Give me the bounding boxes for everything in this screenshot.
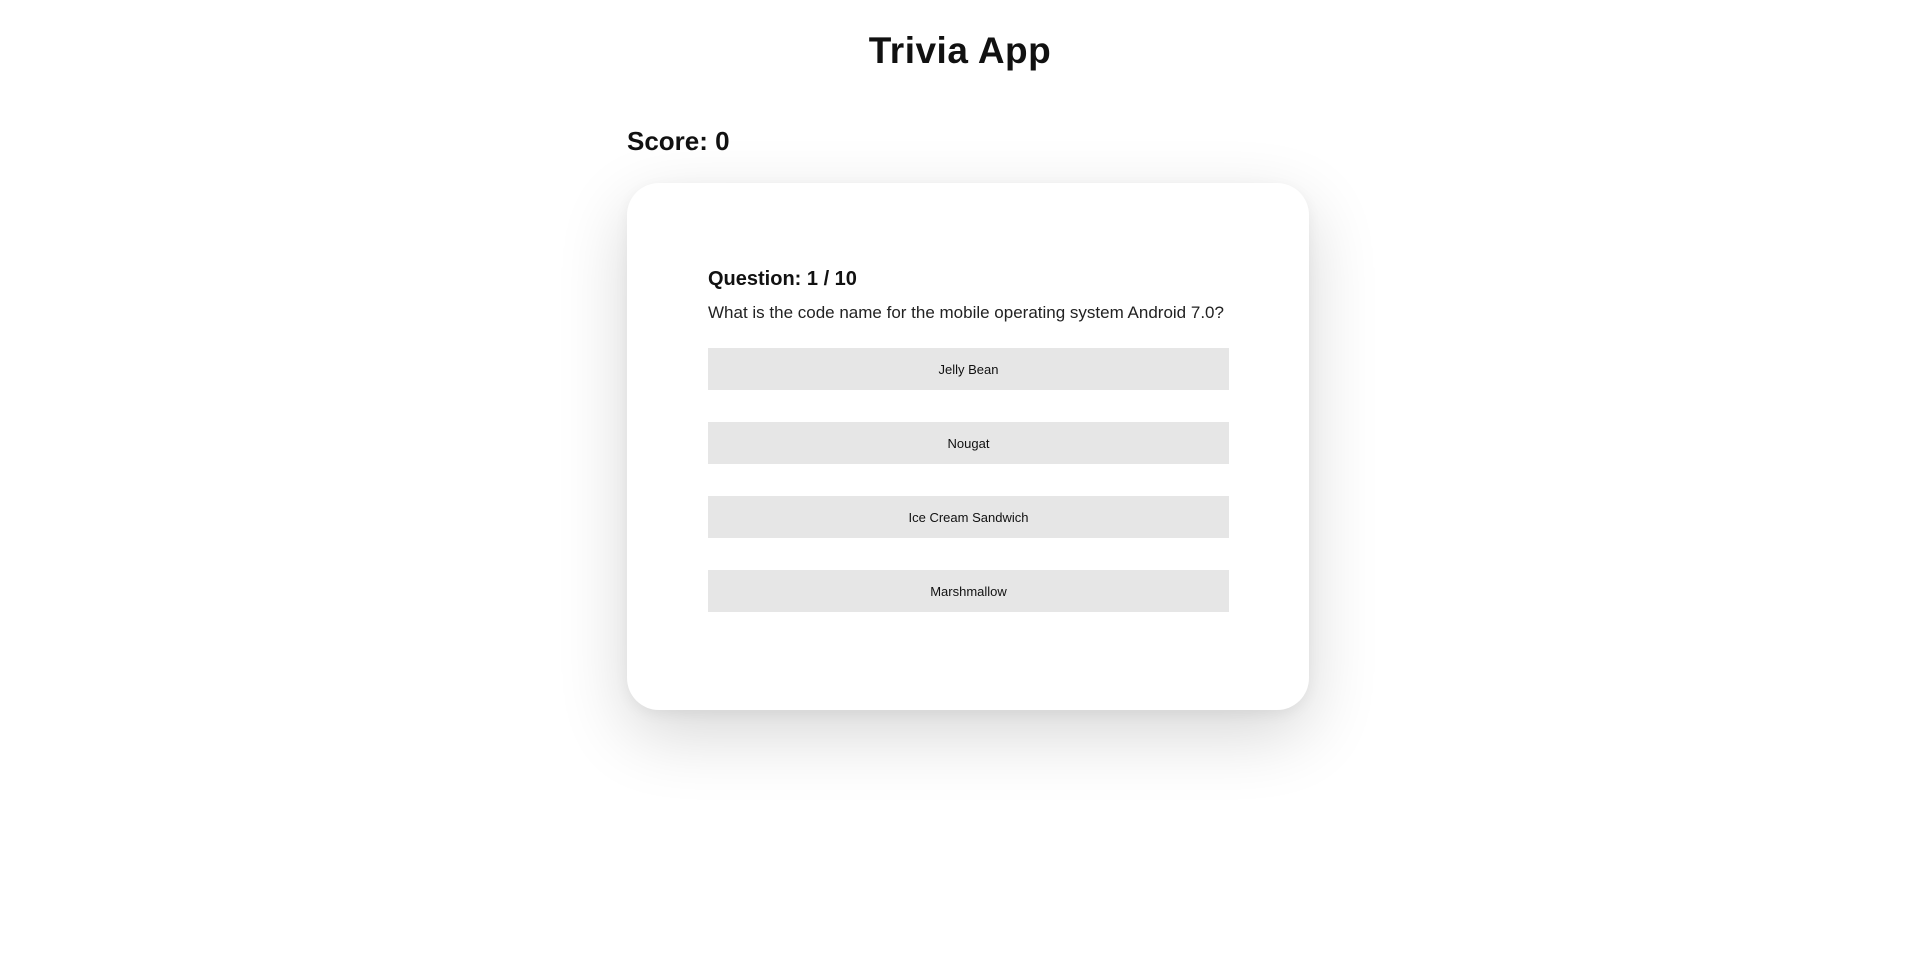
answer-button-marshmallow[interactable]: Marshmallow	[708, 570, 1229, 612]
answer-list: Jelly Bean Nougat Ice Cream Sandwich Mar…	[708, 348, 1229, 644]
answer-button-ice-cream-sandwich[interactable]: Ice Cream Sandwich	[708, 496, 1229, 538]
question-counter: Question: 1 / 10	[708, 268, 857, 290]
question-text: What is the code name for the mobile ope…	[708, 303, 1224, 322]
score-display: Score: 0	[627, 126, 730, 156]
answer-button-jelly-bean[interactable]: Jelly Bean	[708, 348, 1229, 390]
app-title: Trivia App	[868, 30, 1052, 71]
question-card: Question: 1 / 10 What is the code name f…	[627, 183, 1309, 710]
answer-button-nougat[interactable]: Nougat	[708, 422, 1229, 464]
